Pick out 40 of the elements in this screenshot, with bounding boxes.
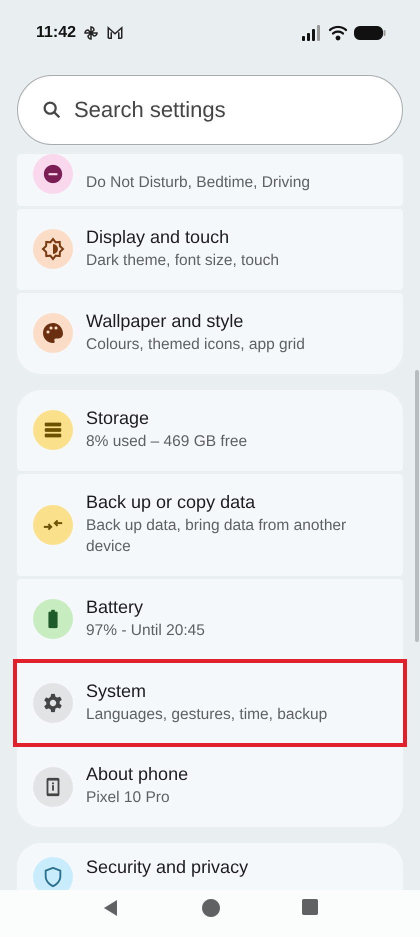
item-subtitle: Colours, themed icons, app grid [86,334,305,355]
settings-item[interactable]: Wallpaper and style Colours, themed icons, app grid [17,292,403,374]
item-subtitle: Languages, gestures, time, backup [86,704,328,725]
settings-item[interactable]: About phone Pixel 10 Pro [17,746,403,828]
pinwheel-icon [82,24,100,42]
item-title: Display and touch [86,227,230,248]
status-time: 11:42 [36,24,76,42]
item-title: Wallpaper and style [86,310,244,332]
brightness-icon [41,237,65,262]
settings-item[interactable]: Security and privacy [17,843,403,890]
item-title: Storage [86,408,150,429]
search-icon [41,99,63,121]
settings-item[interactable]: System Languages, gestures, time, backup [17,662,403,744]
item-subtitle: Dark theme, font size, touch [86,251,279,271]
settings-icon [42,692,64,714]
shield-icon [42,866,64,888]
item-subtitle: Back up data, bring data from another device [86,516,348,557]
item-subtitle: Pixel 10 Pro [86,788,171,808]
minus-circle-icon [42,163,64,185]
home-button[interactable] [202,899,220,917]
item-title: Battery [86,596,144,618]
item-title: Back up or copy data [86,492,256,513]
settings-item[interactable]: Battery 97% - Until 20:45 [17,578,403,660]
mail-icon [106,25,124,41]
palette-icon [41,321,65,346]
settings-item[interactable]: Display and touch Dark theme, font size, touch [17,209,403,290]
settings-item[interactable]: Storage 8% used – 469 GB free [17,390,403,471]
signal-icon [302,25,322,41]
item-subtitle: 8% used – 469 GB free [86,432,248,452]
settings-item[interactable]: Back up or copy data Back up data, bring data from another device [17,474,403,576]
back-button[interactable] [102,899,120,917]
item-title: System [86,680,148,702]
item-title: About phone [86,764,188,786]
item-subtitle: 97% - Until 20:45 [86,620,205,641]
settings-item[interactable]: Do Not Disturb, Bedtime, Driving [17,154,403,206]
wifi-icon [328,25,348,41]
search-field[interactable]: Search settings [17,75,403,145]
item-title: Security and privacy [86,857,248,878]
battery-icon [354,25,386,41]
item-subtitle: Do Not Disturb, Bedtime, Driving [86,173,310,194]
